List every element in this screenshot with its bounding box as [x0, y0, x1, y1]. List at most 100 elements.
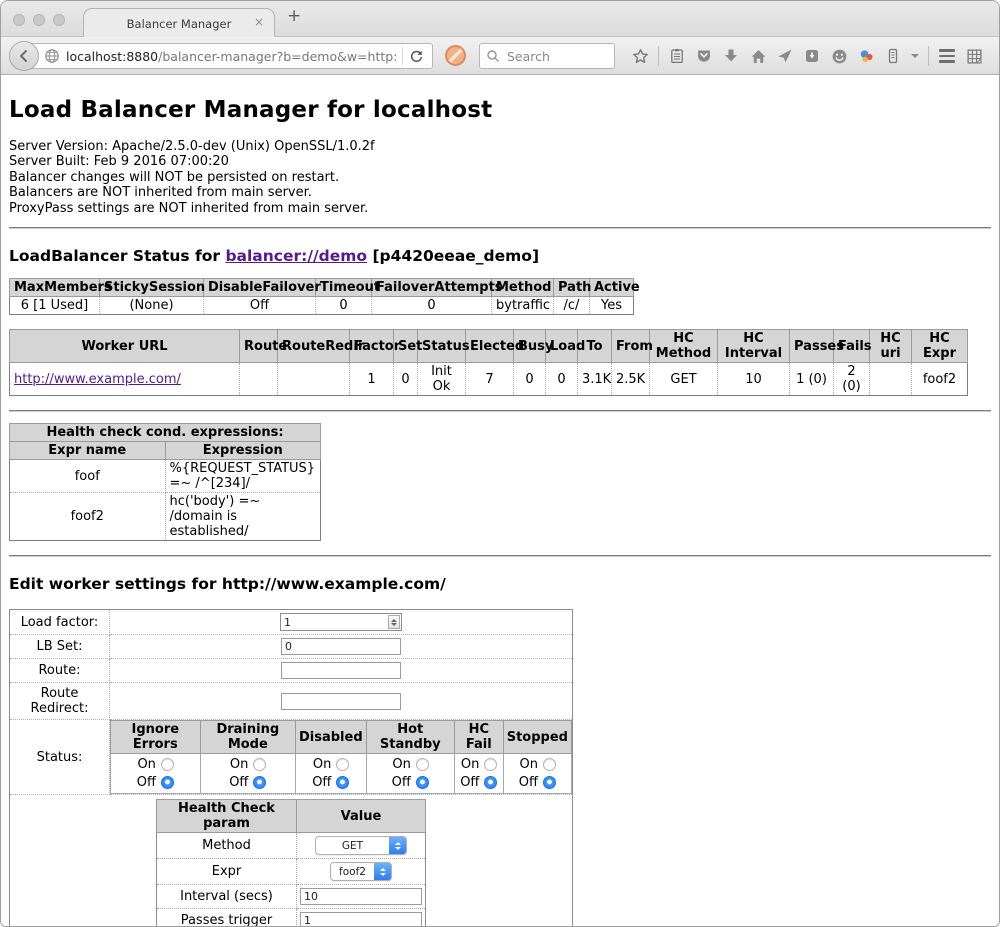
select-arrows-icon — [389, 837, 406, 854]
url-text[interactable]: localhost:8880/balancer-manager?b=demo&w… — [66, 49, 396, 64]
url-bar[interactable]: localhost:8880/balancer-manager?b=demo&w… — [25, 43, 433, 69]
col-busy: Busy — [514, 330, 546, 363]
col-stickysession: StickySession — [100, 279, 204, 297]
cell-hc-uri — [870, 363, 912, 396]
bookmark-star-icon[interactable] — [631, 47, 649, 65]
grid-extension-icon[interactable] — [965, 47, 983, 65]
zoom-window-button[interactable] — [53, 14, 65, 26]
cell-path: /c/ — [554, 297, 590, 315]
hc-fail-on-radio[interactable] — [484, 758, 497, 771]
cell-maxmembers: 6 [1 Used] — [10, 297, 100, 315]
hot-standby-off-radio[interactable] — [416, 776, 429, 789]
notice-proxypass: ProxyPass settings are NOT inherited fro… — [9, 201, 991, 216]
load-factor-field[interactable] — [281, 616, 388, 629]
stopped-off-radio[interactable] — [543, 776, 556, 789]
lb-set-label: LB Set: — [10, 635, 110, 659]
reading-list-icon[interactable] — [668, 47, 686, 65]
col-from: From — [612, 330, 650, 363]
hot-standby-on-radio[interactable] — [416, 758, 429, 771]
edit-worker-form: Load factor: LB Set: Route: Route Redire… — [9, 609, 573, 927]
reload-button[interactable] — [409, 49, 424, 64]
search-bar[interactable] — [479, 43, 615, 69]
draining-mode-on-radio[interactable] — [253, 758, 266, 771]
col-disabled: Disabled — [295, 721, 366, 754]
lb-set-input[interactable] — [281, 638, 401, 655]
draining-mode-off-radio[interactable] — [253, 776, 266, 789]
on-label: On — [392, 757, 411, 772]
table-row: foof2 hc('body') =~ /domain is establish… — [10, 493, 321, 541]
on-label: On — [137, 757, 156, 772]
minimize-window-button[interactable] — [33, 14, 45, 26]
route-input[interactable] — [281, 662, 401, 679]
tab-close-icon[interactable]: × — [254, 15, 264, 29]
smiley-icon[interactable] — [830, 47, 848, 65]
window-controls — [13, 14, 65, 26]
passes-input[interactable] — [300, 912, 422, 927]
method-selected-value: GET — [316, 837, 389, 854]
dropdown-caret-icon[interactable] — [911, 54, 919, 58]
cell-hc-method: GET — [650, 363, 718, 396]
server-built: Server Built: Feb 9 2016 07:00:20 — [9, 154, 991, 169]
search-icon — [486, 49, 500, 63]
cell-passes: 1 (0) — [790, 363, 834, 396]
divider — [9, 555, 991, 557]
search-input[interactable] — [505, 48, 605, 65]
col-path: Path — [554, 279, 590, 297]
divider — [658, 46, 659, 66]
disabled-off-radio[interactable] — [336, 776, 349, 789]
edit-worker-heading: Edit worker settings for http://www.exam… — [9, 575, 991, 593]
cell-from: 2.5K — [612, 363, 650, 396]
menu-icon[interactable] — [938, 47, 956, 65]
interval-input[interactable] — [300, 888, 422, 905]
heading-suffix: [p4420eeae_demo] — [367, 247, 539, 265]
hc-fail-off-radio[interactable] — [484, 776, 497, 789]
hc-row-expr: Expr foof2 — [157, 859, 426, 885]
tab-balancer-manager[interactable]: Balancer Manager × — [83, 8, 275, 38]
disabled-on-radio[interactable] — [336, 758, 349, 771]
sidebar-panel-icon[interactable] — [884, 47, 902, 65]
col-draining-mode: Draining Mode — [200, 721, 295, 754]
col-ignore-errors: Ignore Errors — [111, 721, 201, 754]
notice-persist: Balancer changes will NOT be persisted o… — [9, 170, 991, 185]
pocket-icon[interactable] — [695, 47, 713, 65]
hc-row-method: Method GET — [157, 833, 426, 859]
expr-select[interactable]: foof2 — [330, 862, 392, 881]
col-load: Load — [546, 330, 578, 363]
send-icon[interactable] — [776, 47, 794, 65]
cell-expression: hc('body') =~ /domain is established/ — [165, 493, 321, 541]
worker-url-link[interactable]: http://www.example.com/ — [14, 372, 181, 387]
cell-hc-interval: 10 — [718, 363, 790, 396]
home-icon[interactable] — [749, 47, 767, 65]
off-label: Off — [519, 775, 538, 790]
table-row: http://www.example.com/ 1 0 Init Ok 7 0 … — [10, 363, 968, 396]
balancer-demo-link[interactable]: balancer://demo — [225, 247, 367, 265]
cell-method: bytraffic — [492, 297, 554, 315]
route-redirect-input[interactable] — [281, 693, 401, 710]
toolbar-icons — [631, 37, 983, 75]
route-label: Route: — [10, 659, 110, 683]
stopped-on-radio[interactable] — [543, 758, 556, 771]
cell-factor: 1 — [350, 363, 394, 396]
route-redirect-label: Route Redirect: — [10, 683, 110, 720]
adblock-icon[interactable] — [445, 45, 466, 66]
on-label: On — [229, 757, 248, 772]
form-row-route-redirect: Route Redirect: — [10, 683, 573, 720]
ignore-errors-off-radio[interactable] — [161, 776, 174, 789]
load-factor-input[interactable] — [280, 613, 402, 631]
ignore-errors-on-radio[interactable] — [161, 758, 174, 771]
number-stepper-icon[interactable] — [388, 615, 400, 629]
screenshot-icon[interactable] — [803, 47, 821, 65]
close-window-button[interactable] — [13, 14, 25, 26]
table-row: 6 [1 Used] (None) Off 0 0 bytraffic /c/ … — [10, 297, 634, 315]
method-select[interactable]: GET — [315, 836, 407, 855]
new-tab-button[interactable]: + — [287, 6, 301, 26]
cell-failoverattempts: 0 — [372, 297, 492, 315]
colors-icon[interactable] — [857, 47, 875, 65]
cell-stickysession: (None) — [100, 297, 204, 315]
back-button[interactable] — [9, 41, 39, 71]
divider — [928, 46, 929, 66]
download-icon[interactable] — [722, 47, 740, 65]
load-factor-label: Load factor: — [10, 610, 110, 635]
col-hc-uri: HC uri — [870, 330, 912, 363]
hc-row-interval: Interval (secs) — [157, 885, 426, 909]
